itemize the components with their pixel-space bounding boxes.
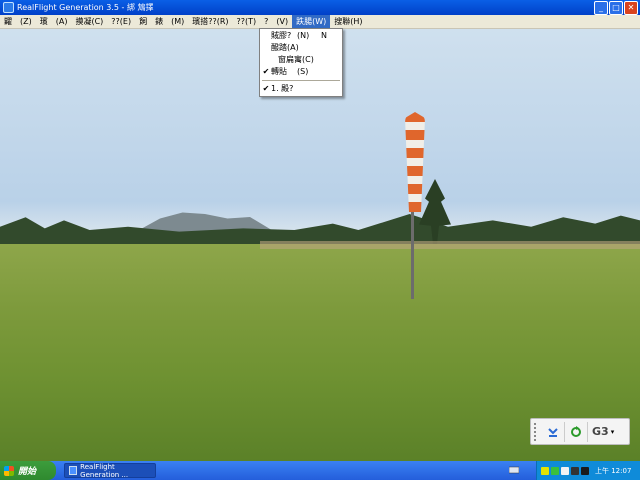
menu-item-9[interactable]: (M) xyxy=(167,15,188,28)
dropdown-item-label: 醱踏(A) xyxy=(271,43,299,52)
menu-item-7[interactable]: 飼 xyxy=(135,15,151,28)
dropdown-item-5[interactable]: ✔ 1. 殿? xyxy=(260,83,342,95)
menu-item-4[interactable]: (A) xyxy=(52,15,72,28)
refresh-icon[interactable] xyxy=(565,421,588,442)
taskbar-app-label: RealFlight Generation ... xyxy=(80,462,129,479)
checkmark-icon: ✔ xyxy=(262,67,270,76)
system-tray: 上午 12:07 xyxy=(536,461,640,480)
window-menu-dropdown: 賊膠? (N) N 醱踏(A) 窗扁寓(C) ✔ 轉貼 (S) ✔ 1. 殿? xyxy=(259,28,343,97)
menu-item-window[interactable]: 跌腸(W) xyxy=(292,15,331,28)
clock: 上午 12:07 xyxy=(595,466,632,475)
dropdown-item-accel: (N) xyxy=(297,31,310,40)
dropdown-item-label: 窗扁寓(C) xyxy=(278,55,314,64)
grip-handle[interactable] xyxy=(534,422,542,441)
security-icon[interactable] xyxy=(551,466,559,475)
dropdown-item-1[interactable]: 賊膠? (N) N xyxy=(260,30,342,42)
app-icon xyxy=(3,2,14,13)
menu-item-2[interactable]: (Z) xyxy=(16,15,36,28)
dropdown-item-4[interactable]: ✔ 轉貼 (S) xyxy=(260,66,342,78)
toolbar-widget: G3 ▾ xyxy=(530,418,630,445)
menu-bar: 糶 (Z) 璸 (A) 摸凝(C) ??(E) 飼 錶 (M) 璸搭??(R) … xyxy=(0,15,640,29)
taskbar-app-button[interactable]: RealFlight Generation ... xyxy=(64,462,156,479)
tray-close-icon[interactable] xyxy=(581,466,589,475)
app-icon xyxy=(69,466,78,475)
windsock-pole xyxy=(411,207,414,299)
minimize-button[interactable]: _ xyxy=(594,1,608,15)
g3-logo[interactable]: G3 xyxy=(592,425,609,438)
menu-item-6[interactable]: ??(E) xyxy=(107,15,135,28)
start-button[interactable]: 開始 xyxy=(0,461,56,480)
menu-item-8[interactable]: 錶 xyxy=(151,15,167,28)
menu-item-5[interactable]: 摸凝(C) xyxy=(71,15,107,28)
menu-item-12[interactable]: ? xyxy=(260,15,272,28)
dropdown-item-label: 賊膠? xyxy=(271,31,292,40)
menu-item-10[interactable]: 璸搭??(R) xyxy=(188,15,232,28)
menu-item-11[interactable]: ??(T) xyxy=(233,15,261,28)
dropdown-item-label: 轉貼 xyxy=(271,67,287,76)
window-title: RealFlight Generation 3.5 - 綁 鴆擇 xyxy=(17,3,154,12)
dirt-strip xyxy=(260,241,640,249)
title-bar: RealFlight Generation 3.5 - 綁 鴆擇 _ □ ✕ xyxy=(0,0,640,15)
close-button[interactable]: ✕ xyxy=(624,1,638,15)
dropdown-arrow-icon[interactable]: ▾ xyxy=(611,428,615,436)
windsock xyxy=(405,112,425,212)
dropdown-item-accel: (S) xyxy=(297,67,309,76)
dropdown-item-3[interactable]: 窗扁寓(C) xyxy=(260,54,342,66)
checkmark-icon: ✔ xyxy=(262,84,270,93)
dropdown-item-label: 1. 殿? xyxy=(271,84,294,93)
keyboard-icon[interactable] xyxy=(509,465,519,475)
dropdown-item-shortcut: N xyxy=(321,31,327,40)
menu-item-help[interactable]: 搜聯(H) xyxy=(330,15,366,28)
tray-app-icon[interactable] xyxy=(561,466,569,475)
volume-icon[interactable] xyxy=(571,466,579,475)
dropdown-item-2[interactable]: 醱踏(A) xyxy=(260,42,342,54)
menu-item-13[interactable]: (V) xyxy=(272,15,292,28)
window-controls: _ □ ✕ xyxy=(594,1,638,15)
menu-item-3[interactable]: 璸 xyxy=(36,15,52,28)
download-icon[interactable] xyxy=(542,421,565,442)
menu-separator xyxy=(262,80,340,81)
menu-item-1[interactable]: 糶 xyxy=(0,15,16,28)
maximize-button[interactable]: □ xyxy=(609,1,623,15)
windows-logo-icon xyxy=(4,465,14,476)
network-icon[interactable] xyxy=(541,466,549,475)
start-label: 開始 xyxy=(18,467,37,477)
